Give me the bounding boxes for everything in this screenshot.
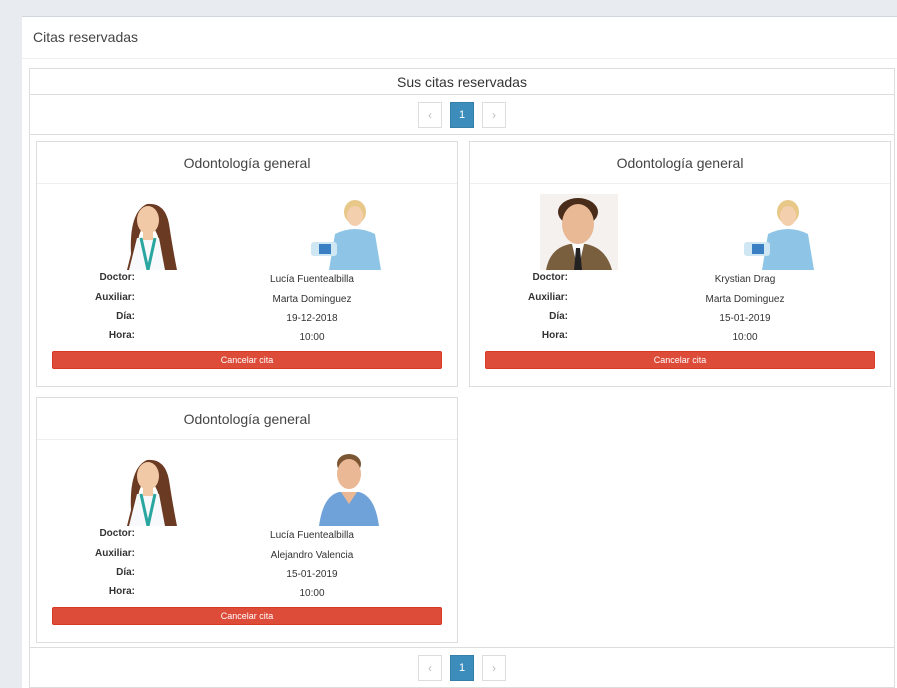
assistant-photo bbox=[309, 194, 387, 270]
reservations-list: Sus citas reservadas ‹ 1 › Odontología g… bbox=[29, 68, 895, 688]
time-row: Hora: 10:00 bbox=[37, 330, 459, 348]
date-label: Día: bbox=[549, 311, 568, 322]
reservations-panel: Citas reservadas Sus citas reservadas ‹ … bbox=[22, 16, 897, 688]
time-label: Hora: bbox=[108, 586, 135, 597]
doctor-photo bbox=[540, 194, 618, 270]
time-row: Hora: 10:00 bbox=[37, 586, 459, 604]
appointment-specialty: Odontología general bbox=[37, 398, 457, 440]
doctor-label: Doctor: bbox=[532, 272, 568, 283]
assistant-photo bbox=[309, 450, 387, 526]
date-label: Día: bbox=[116, 567, 135, 578]
date-row: Día: 19-12-2018 bbox=[37, 311, 459, 329]
assistant-label: Auxiliar: bbox=[94, 548, 135, 559]
cancel-appointment-button[interactable]: Cancelar cita bbox=[52, 351, 442, 369]
page-left-strip bbox=[0, 0, 8, 688]
page-1-button[interactable]: 1 bbox=[450, 654, 474, 681]
next-page-button[interactable]: › bbox=[482, 654, 506, 681]
pagination-bottom: ‹ 1 › bbox=[30, 647, 894, 687]
assistant-label: Auxiliar: bbox=[527, 292, 568, 303]
assistant-name: Marta Dominguez bbox=[272, 294, 352, 305]
assistant-row: Auxiliar: Marta Dominguez bbox=[470, 292, 892, 310]
time-value: 10:00 bbox=[732, 332, 758, 343]
date-value: 15-01-2019 bbox=[286, 569, 338, 580]
time-label: Hora: bbox=[541, 330, 568, 341]
date-value: 19-12-2018 bbox=[286, 313, 338, 324]
page-1-button[interactable]: 1 bbox=[450, 101, 474, 128]
time-value: 10:00 bbox=[299, 332, 325, 343]
date-label: Día: bbox=[116, 311, 135, 322]
cancel-appointment-button[interactable]: Cancelar cita bbox=[52, 607, 442, 625]
appointment-specialty: Odontología general bbox=[37, 142, 457, 184]
doctor-row: Doctor: Krystian Drag bbox=[470, 272, 892, 290]
prev-page-button[interactable]: ‹ bbox=[418, 101, 442, 128]
assistant-name: Alejandro Valencia bbox=[270, 550, 354, 561]
assistant-row: Auxiliar: Marta Dominguez bbox=[37, 292, 459, 310]
list-title: Sus citas reservadas bbox=[30, 69, 894, 95]
prev-page-button[interactable]: ‹ bbox=[418, 654, 442, 681]
doctor-label: Doctor: bbox=[99, 528, 135, 539]
doctor-photo bbox=[107, 450, 185, 526]
doctor-name: Lucía Fuentealbilla bbox=[270, 274, 354, 285]
doctor-row: Doctor: Lucía Fuentealbilla bbox=[37, 272, 459, 290]
appointment-card: Odontología general bbox=[36, 141, 458, 387]
doctor-name: Lucía Fuentealbilla bbox=[270, 530, 354, 541]
cancel-appointment-button[interactable]: Cancelar cita bbox=[485, 351, 875, 369]
pagination-top: ‹ 1 › bbox=[30, 95, 894, 135]
next-page-button[interactable]: › bbox=[482, 101, 506, 128]
appointment-card: Odontología general bbox=[36, 397, 458, 643]
date-row: Día: 15-01-2019 bbox=[470, 311, 892, 329]
assistant-row: Auxiliar: Alejandro Valencia bbox=[37, 548, 459, 566]
date-value: 15-01-2019 bbox=[719, 313, 771, 324]
assistant-label: Auxiliar: bbox=[94, 292, 135, 303]
time-value: 10:00 bbox=[299, 588, 325, 599]
assistant-photo bbox=[742, 194, 820, 270]
appointment-specialty: Odontología general bbox=[470, 142, 890, 184]
time-label: Hora: bbox=[108, 330, 135, 341]
date-row: Día: 15-01-2019 bbox=[37, 567, 459, 585]
time-row: Hora: 10:00 bbox=[470, 330, 892, 348]
panel-title: Citas reservadas bbox=[22, 17, 897, 59]
doctor-row: Doctor: Lucía Fuentealbilla bbox=[37, 528, 459, 546]
doctor-label: Doctor: bbox=[99, 272, 135, 283]
doctor-name: Krystian Drag bbox=[714, 274, 776, 285]
appointment-card: Odontología general bbox=[469, 141, 891, 387]
assistant-name: Marta Dominguez bbox=[705, 294, 785, 305]
doctor-photo bbox=[107, 194, 185, 270]
